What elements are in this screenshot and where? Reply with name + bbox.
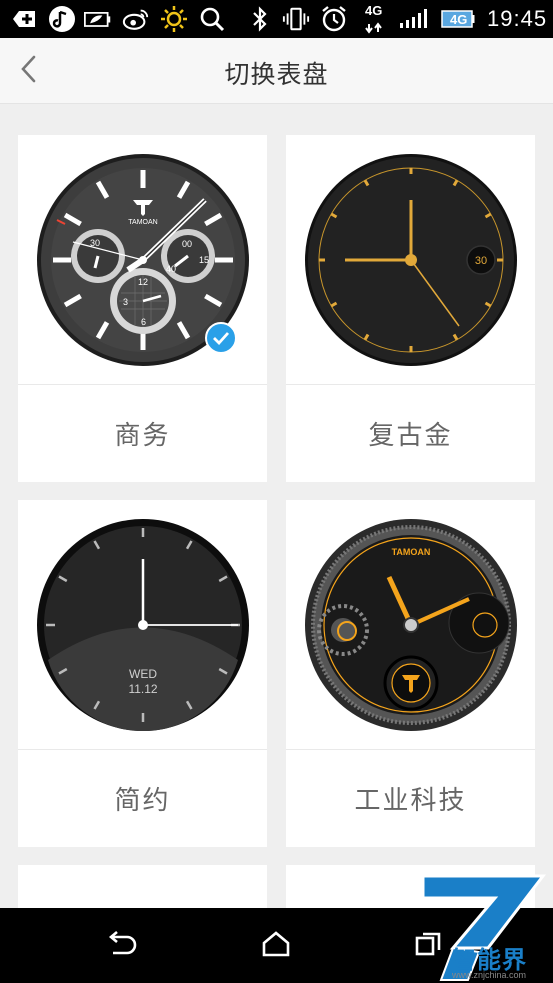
vibrate-icon bbox=[282, 4, 310, 34]
add-box-icon bbox=[10, 4, 38, 34]
app-header: 切换表盘 bbox=[0, 38, 553, 104]
page-title: 切换表盘 bbox=[224, 60, 329, 89]
day-label: WED bbox=[129, 667, 157, 681]
back-arrow-icon bbox=[105, 931, 139, 961]
watermark-url: www.znjchina.com bbox=[452, 970, 527, 980]
watch-face-card-industrial-tech[interactable]: TAMOAN 工业科技 bbox=[286, 500, 535, 847]
date-label: 11.12 bbox=[128, 682, 157, 696]
signal-icon bbox=[398, 4, 432, 34]
nav-back-button[interactable] bbox=[100, 926, 144, 966]
nav-home-button[interactable] bbox=[254, 926, 298, 966]
watch-face-preview: TAMOAN bbox=[286, 500, 535, 749]
brightness-icon bbox=[160, 4, 188, 34]
watch-face-card-simple[interactable]: WED 11.12 简约 bbox=[18, 500, 267, 847]
status-bar: 4G 4G 19:45 bbox=[0, 0, 553, 38]
alarm-icon bbox=[320, 4, 348, 34]
status-time: 19:45 bbox=[487, 6, 548, 31]
home-icon bbox=[261, 930, 291, 962]
watch-face-label: 简约 bbox=[114, 786, 171, 816]
sub-dial-value: 30 bbox=[474, 255, 486, 267]
watch-face-card-business[interactable]: TAMOAN 30 00 40 15 12 3 6 商务 bbox=[18, 135, 267, 482]
watch-face-preview: TAMOAN 30 00 40 15 12 3 6 bbox=[18, 135, 267, 384]
battery-leaf-icon bbox=[84, 4, 112, 34]
network-type-label: 4G bbox=[365, 3, 383, 18]
watch-face-card-partial[interactable] bbox=[18, 865, 267, 908]
watch-face-preview: 30 bbox=[286, 135, 535, 384]
music-note-icon bbox=[48, 4, 76, 34]
simple-watch-face-icon: WED 11.12 bbox=[36, 518, 249, 731]
sub-dial-right-right-label: 15 bbox=[199, 255, 209, 265]
sub-dial-bottom-left-label: 3 bbox=[123, 297, 128, 307]
watch-face-label: 商务 bbox=[114, 421, 171, 451]
brand-text: TAMOAN bbox=[391, 547, 430, 557]
network-badge: 4G bbox=[450, 12, 468, 27]
sub-dial-bottom-top-label: 12 bbox=[138, 277, 148, 287]
retro-gold-watch-face-icon: 30 bbox=[304, 153, 517, 366]
bluetooth-icon bbox=[246, 4, 274, 34]
selected-check-icon bbox=[205, 322, 237, 354]
sub-dial-bottom-bottom-label: 6 bbox=[141, 317, 146, 327]
weibo-icon bbox=[122, 4, 150, 34]
watch-face-label: 复古金 bbox=[368, 421, 453, 451]
watch-face-card-retro-gold[interactable]: 30 复古金 bbox=[286, 135, 535, 482]
watch-face-preview: WED 11.12 bbox=[18, 500, 267, 749]
watch-face-label: 工业科技 bbox=[354, 786, 467, 816]
brand-text: TAMOAN bbox=[128, 219, 157, 226]
search-icon bbox=[198, 4, 226, 34]
sub-dial-right-top-label: 00 bbox=[182, 239, 192, 249]
sub-dial-right-left-label: 40 bbox=[166, 264, 176, 274]
industrial-watch-face-icon: TAMOAN bbox=[304, 518, 517, 731]
